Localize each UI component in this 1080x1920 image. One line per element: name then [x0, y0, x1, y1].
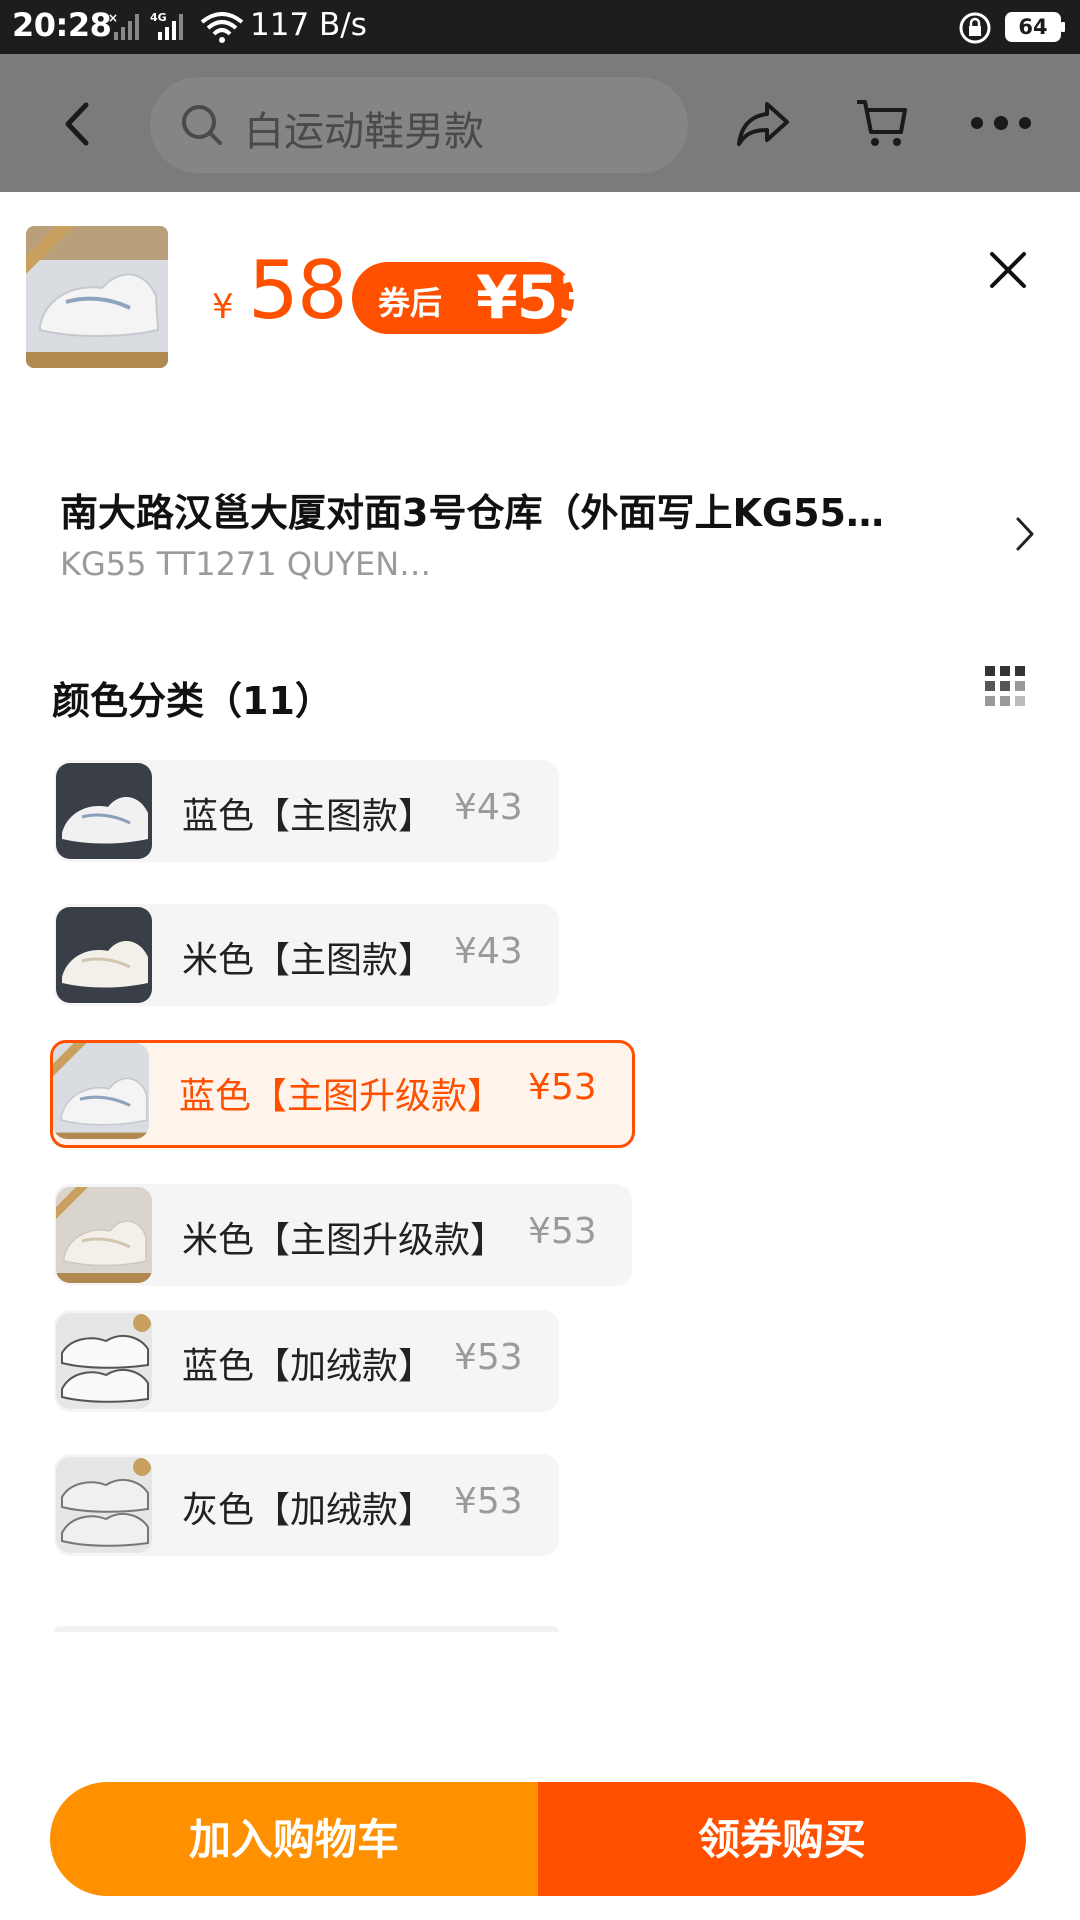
- variant-option[interactable]: 蓝色【主图款】 ¥43: [54, 760, 559, 862]
- coupon-price-badge: 券后 ¥53: [352, 262, 599, 334]
- variant-option-partial: [54, 1626, 559, 1632]
- variant-price: ¥53: [454, 1337, 523, 1378]
- variant-thumbnail: [56, 907, 152, 1003]
- back-icon[interactable]: [58, 99, 98, 153]
- network-speed: 117 B/s: [250, 7, 367, 43]
- close-icon[interactable]: [986, 248, 1030, 296]
- variant-option-selected[interactable]: 蓝色【主图升级款】 ¥53: [50, 1040, 635, 1148]
- variant-list: 蓝色【主图款】 ¥43 米色【主图款】 ¥43 蓝色【主图升级款】 ¥53 米色…: [0, 760, 1080, 1330]
- delivery-address[interactable]: 南大路汉邕大厦对面3号仓库（外面写上KG55… KG55 TT1271 QUYE…: [60, 482, 980, 583]
- variant-label: 灰色【加绒款】: [182, 1490, 435, 1531]
- bottom-action-bar: 加入购物车 领券购买: [50, 1782, 1026, 1896]
- variant-price: ¥43: [454, 787, 523, 828]
- cart-icon[interactable]: [855, 98, 909, 154]
- search-bar[interactable]: 白运动鞋男款: [150, 77, 688, 173]
- price-currency: ¥: [212, 287, 234, 327]
- search-placeholder: 白运动鞋男款: [244, 109, 484, 155]
- variant-price: ¥43: [454, 931, 523, 972]
- status-bar: 20:28 × 4G 117 B/s 64: [0, 0, 1080, 54]
- address-line1: 南大路汉邕大厦对面3号仓库（外面写上KG55…: [60, 491, 884, 535]
- signal-off-icon: ×: [108, 10, 144, 46]
- variant-price: ¥53: [454, 1481, 523, 1522]
- variant-thumbnail: [56, 1187, 152, 1283]
- variant-thumbnail: [56, 763, 152, 859]
- signal-4g-icon: 4G: [150, 10, 192, 46]
- variant-option[interactable]: 蓝色【加绒款】 ¥53: [54, 1310, 559, 1412]
- grid-view-icon[interactable]: [985, 666, 1027, 712]
- coupon-buy-button[interactable]: 领券购买: [538, 1782, 1026, 1896]
- search-icon: [180, 103, 224, 151]
- color-category-title: 颜色分类（11）: [52, 679, 333, 723]
- variant-option[interactable]: 米色【主图款】 ¥43: [54, 904, 559, 1006]
- coupon-price: ¥53: [476, 263, 599, 333]
- svg-text:×: ×: [108, 11, 118, 25]
- more-icon[interactable]: [970, 115, 1032, 135]
- rotation-lock-icon: [958, 11, 992, 49]
- status-time: 20:28: [12, 6, 112, 44]
- product-price: 58: [248, 244, 348, 337]
- variant-thumbnail: [56, 1457, 152, 1553]
- wifi-icon: [200, 12, 244, 48]
- variant-price: ¥53: [528, 1211, 597, 1252]
- variant-label: 蓝色【主图款】: [182, 796, 435, 837]
- battery-indicator: 64: [1005, 12, 1065, 42]
- coupon-label: 券后: [378, 284, 443, 322]
- chevron-right-icon[interactable]: [1014, 515, 1036, 557]
- top-nav: 白运动鞋男款: [0, 54, 1080, 192]
- variant-label: 蓝色【加绒款】: [182, 1346, 435, 1387]
- variant-label: 蓝色【主图升级款】: [179, 1076, 504, 1117]
- variant-thumbnail: [53, 1043, 149, 1139]
- add-to-cart-button[interactable]: 加入购物车: [50, 1782, 538, 1896]
- sku-sheet: ¥ 58 券后 ¥53 南大路汉邕大厦对面3号仓库（外面写上KG55… KG55…: [0, 192, 1080, 1920]
- svg-text:4G: 4G: [150, 11, 167, 24]
- share-icon[interactable]: [735, 98, 791, 152]
- variant-option[interactable]: 米色【主图升级款】 ¥53: [54, 1184, 632, 1286]
- variant-option[interactable]: 灰色【加绒款】 ¥53: [54, 1454, 559, 1556]
- product-thumbnail[interactable]: [26, 226, 168, 368]
- variant-label: 米色【主图款】: [182, 940, 435, 981]
- variant-label: 米色【主图升级款】: [182, 1220, 507, 1261]
- variant-thumbnail: [56, 1313, 152, 1409]
- address-line2: KG55 TT1271 QUYEN…: [60, 545, 432, 583]
- variant-price: ¥53: [528, 1067, 597, 1108]
